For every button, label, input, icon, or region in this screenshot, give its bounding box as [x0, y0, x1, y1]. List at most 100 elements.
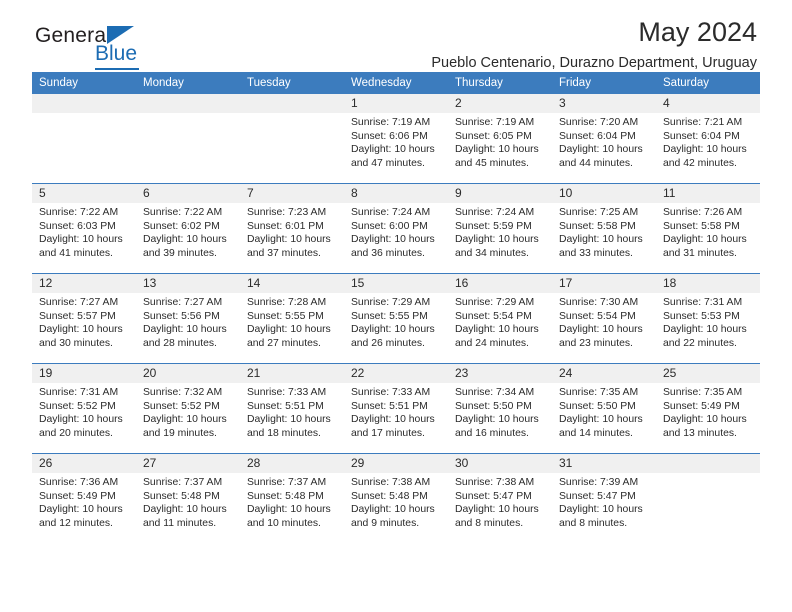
day-daylight-line1-text: Daylight: 10 hours: [247, 414, 331, 426]
calendar-day-cell[interactable]: 21 Sunrise: 7:33 AM Sunset: 5:51 PM Dayligh…: [240, 363, 344, 454]
day-sunset-text: Sunset: 5:55 PM: [247, 310, 324, 322]
day-number: [136, 94, 240, 113]
day-sunrise-text: Sunrise: 7:35 AM: [663, 387, 743, 398]
calendar-day-cell[interactable]: 19 Sunrise: 7:31 AM Sunset: 5:52 PM Dayligh…: [32, 363, 136, 454]
weekday-header-row: Sunday Monday Tuesday Wednesday Thursday…: [32, 72, 760, 94]
day-number: [240, 94, 344, 113]
day-sun-info: Sunrise: 7:31 AM Sunset: 5:52 PM Daylight:…: [32, 383, 136, 440]
day-daylight-line1-text: Daylight: 10 hours: [559, 504, 643, 516]
day-daylight-line2-text: and 18 minutes.: [247, 427, 321, 439]
day-sunset-text: Sunset: 5:48 PM: [247, 490, 324, 502]
day-sunrise-text: Sunrise: 7:30 AM: [559, 297, 639, 308]
calendar-day-cell[interactable]: 25 Sunrise: 7:35 AM Sunset: 5:49 PM Dayligh…: [656, 363, 760, 454]
logo-underline: [95, 68, 139, 70]
calendar-day-cell[interactable]: 11 Sunrise: 7:26 AM Sunset: 5:58 PM Dayligh…: [656, 183, 760, 274]
calendar-day-cell[interactable]: 9 Sunrise: 7:24 AM Sunset: 5:59 PM Daylight…: [448, 183, 552, 274]
day-daylight-line1-text: Daylight: 10 hours: [455, 144, 539, 156]
day-daylight-line2-text: and 22 minutes.: [663, 337, 737, 349]
day-number: 14: [240, 274, 344, 293]
day-daylight-line1-text: Daylight: 10 hours: [663, 144, 747, 156]
calendar-day-cell[interactable]: 30 Sunrise: 7:38 AM Sunset: 5:47 PM Dayligh…: [448, 453, 552, 543]
day-number: 6: [136, 184, 240, 203]
calendar-day-cell[interactable]: 5 Sunrise: 7:22 AM Sunset: 6:03 PM Daylight…: [32, 183, 136, 274]
calendar-day-cell[interactable]: 29 Sunrise: 7:38 AM Sunset: 5:48 PM Dayligh…: [344, 453, 448, 543]
day-sunset-text: Sunset: 5:52 PM: [39, 400, 116, 412]
day-sunrise-text: Sunrise: 7:37 AM: [247, 477, 327, 488]
day-daylight-line1-text: Daylight: 10 hours: [143, 324, 227, 336]
calendar-day-cell[interactable]: 20 Sunrise: 7:32 AM Sunset: 5:52 PM Dayligh…: [136, 363, 240, 454]
day-sunset-text: Sunset: 5:59 PM: [455, 220, 532, 232]
day-daylight-line1-text: Daylight: 10 hours: [559, 144, 643, 156]
calendar-day-cell[interactable]: 13 Sunrise: 7:27 AM Sunset: 5:56 PM Dayligh…: [136, 273, 240, 364]
day-sun-info: Sunrise: 7:37 AM Sunset: 5:48 PM Daylight:…: [136, 473, 240, 530]
calendar-day-cell[interactable]: 10 Sunrise: 7:25 AM Sunset: 5:58 PM Dayligh…: [552, 183, 656, 274]
calendar-day-cell[interactable]: 16 Sunrise: 7:29 AM Sunset: 5:54 PM Dayligh…: [448, 273, 552, 364]
calendar-day-cell[interactable]: 24 Sunrise: 7:35 AM Sunset: 5:50 PM Dayligh…: [552, 363, 656, 454]
day-number: 16: [448, 274, 552, 293]
day-daylight-line2-text: and 26 minutes.: [351, 337, 425, 349]
day-number: 26: [32, 454, 136, 473]
day-sunset-text: Sunset: 6:02 PM: [143, 220, 220, 232]
calendar-day-cell[interactable]: 12 Sunrise: 7:27 AM Sunset: 5:57 PM Dayligh…: [32, 273, 136, 364]
day-daylight-line1-text: Daylight: 10 hours: [351, 324, 435, 336]
day-daylight-line2-text: and 39 minutes.: [143, 247, 217, 259]
day-number: 4: [656, 94, 760, 113]
day-daylight-line1-text: Daylight: 10 hours: [143, 504, 227, 516]
day-sunset-text: Sunset: 5:55 PM: [351, 310, 428, 322]
calendar-day-cell[interactable]: 23 Sunrise: 7:34 AM Sunset: 5:50 PM Dayligh…: [448, 363, 552, 454]
day-number: 8: [344, 184, 448, 203]
day-sunset-text: Sunset: 5:51 PM: [247, 400, 324, 412]
day-sun-info: Sunrise: 7:35 AM Sunset: 5:49 PM Daylight:…: [656, 383, 760, 440]
calendar-day-cell[interactable]: 8 Sunrise: 7:24 AM Sunset: 6:00 PM Daylight…: [344, 183, 448, 274]
weekday-friday: Friday: [559, 77, 591, 89]
day-daylight-line2-text: and 11 minutes.: [143, 517, 217, 529]
day-sun-info: Sunrise: 7:35 AM Sunset: 5:50 PM Daylight:…: [552, 383, 656, 440]
calendar-day-cell[interactable]: 22 Sunrise: 7:33 AM Sunset: 5:51 PM Dayligh…: [344, 363, 448, 454]
day-sunrise-text: Sunrise: 7:19 AM: [455, 117, 535, 128]
calendar-day-cell[interactable]: 14 Sunrise: 7:28 AM Sunset: 5:55 PM Dayligh…: [240, 273, 344, 364]
general-blue-logo[interactable]: General Blue: [35, 24, 235, 74]
day-sunset-text: Sunset: 6:06 PM: [351, 130, 428, 142]
calendar-week-row: 1 Sunrise: 7:19 AM Sunset: 6:06 PM Daylight…: [32, 94, 760, 184]
day-daylight-line2-text: and 27 minutes.: [247, 337, 321, 349]
day-daylight-line2-text: and 16 minutes.: [455, 427, 529, 439]
calendar-day-cell[interactable]: 6 Sunrise: 7:22 AM Sunset: 6:02 PM Daylight…: [136, 183, 240, 274]
day-daylight-line1-text: Daylight: 10 hours: [559, 324, 643, 336]
calendar-day-cell[interactable]: 7 Sunrise: 7:23 AM Sunset: 6:01 PM Daylight…: [240, 183, 344, 274]
weekday-saturday: Saturday: [663, 77, 710, 89]
day-sunrise-text: Sunrise: 7:38 AM: [455, 477, 535, 488]
day-number: 19: [32, 364, 136, 383]
day-sun-info: Sunrise: 7:31 AM Sunset: 5:53 PM Daylight:…: [656, 293, 760, 350]
day-daylight-line1-text: Daylight: 10 hours: [351, 414, 435, 426]
day-sun-info: Sunrise: 7:27 AM Sunset: 5:57 PM Daylight:…: [32, 293, 136, 350]
calendar-day-cell[interactable]: 1 Sunrise: 7:19 AM Sunset: 6:06 PM Daylight…: [344, 94, 448, 184]
day-sun-info: Sunrise: 7:19 AM Sunset: 6:05 PM Daylight:…: [448, 113, 552, 170]
calendar-day-cell[interactable]: 18 Sunrise: 7:31 AM Sunset: 5:53 PM Dayligh…: [656, 273, 760, 364]
calendar-day-cell[interactable]: 17 Sunrise: 7:30 AM Sunset: 5:54 PM Dayligh…: [552, 273, 656, 364]
day-daylight-line1-text: Daylight: 10 hours: [247, 324, 331, 336]
day-daylight-line2-text: and 33 minutes.: [559, 247, 633, 259]
day-daylight-line1-text: Daylight: 10 hours: [663, 414, 747, 426]
day-daylight-line2-text: and 12 minutes.: [39, 517, 113, 529]
day-sunrise-text: Sunrise: 7:24 AM: [351, 207, 431, 218]
day-sunrise-text: Sunrise: 7:21 AM: [663, 117, 743, 128]
calendar-day-cell[interactable]: 26 Sunrise: 7:36 AM Sunset: 5:49 PM Dayligh…: [32, 453, 136, 543]
calendar-day-cell[interactable]: 15 Sunrise: 7:29 AM Sunset: 5:55 PM Dayligh…: [344, 273, 448, 364]
calendar-day-cell[interactable]: 2 Sunrise: 7:19 AM Sunset: 6:05 PM Daylight…: [448, 94, 552, 184]
day-sun-info: Sunrise: 7:32 AM Sunset: 5:52 PM Daylight:…: [136, 383, 240, 440]
calendar-day-cell[interactable]: 3 Sunrise: 7:20 AM Sunset: 6:04 PM Daylight…: [552, 94, 656, 184]
day-number: 13: [136, 274, 240, 293]
calendar-day-cell[interactable]: 28 Sunrise: 7:37 AM Sunset: 5:48 PM Dayligh…: [240, 453, 344, 543]
day-sunset-text: Sunset: 5:47 PM: [455, 490, 532, 502]
day-daylight-line1-text: Daylight: 10 hours: [663, 234, 747, 246]
page-header: General Blue May 2024 Pueblo Centenario,…: [32, 0, 760, 72]
calendar-day-cell-empty: [656, 453, 760, 543]
day-number: 28: [240, 454, 344, 473]
calendar-day-cell[interactable]: 4 Sunrise: 7:21 AM Sunset: 6:04 PM Daylight…: [656, 94, 760, 184]
day-daylight-line1-text: Daylight: 10 hours: [559, 234, 643, 246]
calendar-day-cell[interactable]: 31 Sunrise: 7:39 AM Sunset: 5:47 PM Dayligh…: [552, 453, 656, 543]
day-sunrise-text: Sunrise: 7:24 AM: [455, 207, 535, 218]
title-block: May 2024 Pueblo Centenario, Durazno Depa…: [431, 16, 757, 72]
day-sunset-text: Sunset: 6:04 PM: [559, 130, 636, 142]
calendar-day-cell[interactable]: 27 Sunrise: 7:37 AM Sunset: 5:48 PM Dayligh…: [136, 453, 240, 543]
